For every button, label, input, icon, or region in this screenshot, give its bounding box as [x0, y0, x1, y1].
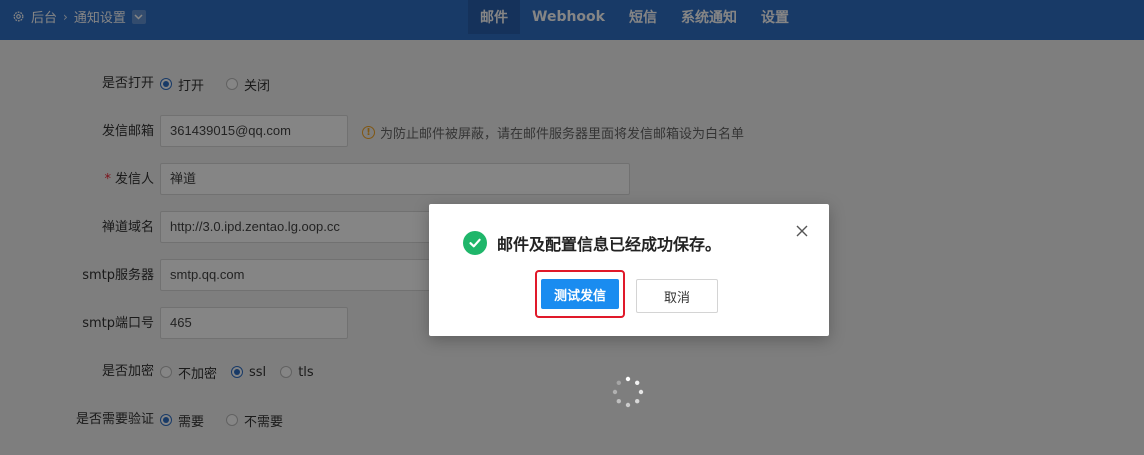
save-success-dialog: 邮件及配置信息已经成功保存。 测试发信 取消: [429, 204, 829, 336]
success-check-icon: [463, 231, 487, 255]
cancel-button[interactable]: 取消: [636, 279, 718, 313]
loading-spinner-icon: [612, 376, 644, 408]
dialog-message: 邮件及配置信息已经成功保存。: [463, 231, 721, 255]
highlight-box: 测试发信: [535, 270, 625, 318]
dialog-message-text: 邮件及配置信息已经成功保存。: [497, 235, 722, 254]
test-send-button[interactable]: 测试发信: [541, 279, 619, 309]
close-icon[interactable]: [795, 224, 809, 238]
